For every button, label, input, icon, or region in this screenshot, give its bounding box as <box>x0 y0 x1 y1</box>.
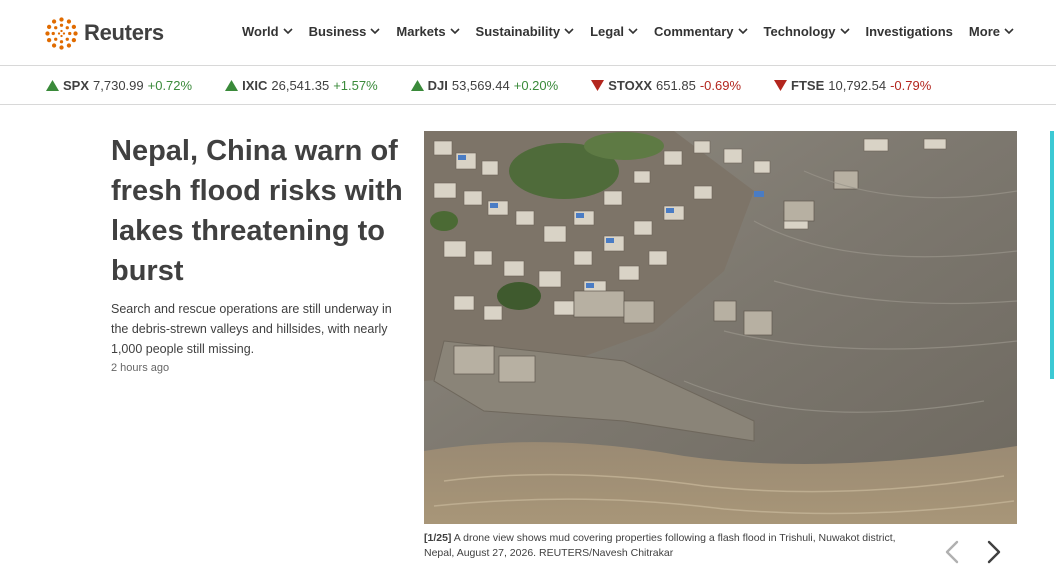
nav-item-commentary[interactable]: Commentary <box>654 24 748 39</box>
photo-caption: [1/25] A drone view shows mud covering p… <box>424 531 914 561</box>
story-summary: Search and rescue operations are still u… <box>111 302 392 356</box>
chevron-right-icon <box>987 540 1001 564</box>
chevron-down-icon <box>1004 28 1014 35</box>
ticker-symbol: IXIC <box>242 77 268 93</box>
ticker-item-stoxx[interactable]: STOXX 651.85 -0.69% <box>591 78 741 93</box>
nav-item-label: More <box>968 24 1000 39</box>
triangle-down-icon <box>774 79 788 91</box>
gallery-prev-button[interactable] <box>940 537 964 567</box>
main-nav: World Business Markets Sustainability Legal C… <box>242 24 1030 39</box>
triangle-up-icon <box>225 79 239 91</box>
story-headline[interactable]: Nepal, China warn of fresh flood risks w… <box>111 131 411 291</box>
nav-item-label: Investigations <box>865 24 953 39</box>
nav-item-sustainability[interactable]: Sustainability <box>476 24 575 39</box>
nav-item-label: Technology <box>763 24 836 39</box>
reuters-dots-logo-icon <box>45 16 78 50</box>
ticker-value: 7,730.99 <box>93 77 144 93</box>
chevron-down-icon <box>449 28 460 35</box>
nav-item-legal[interactable]: Legal <box>590 24 638 39</box>
ticker-item-dji[interactable]: DJI 53,569.44 +0.20% <box>410 77 559 93</box>
chevron-down-icon <box>737 28 748 35</box>
market-ticker: SPX 7,730.99 +0.72% IXIC 26,541.35 +1.57% DJI 5… <box>0 66 1056 105</box>
reuters-logo[interactable]: Reuters <box>45 16 164 50</box>
nav-item-label: Legal <box>590 24 625 39</box>
ticker-change: +0.72% <box>147 77 193 93</box>
nav-item-world[interactable]: World <box>242 24 293 39</box>
brand-name: Reuters <box>84 20 164 45</box>
triangle-up-icon <box>410 79 424 91</box>
ticker-value: 651.85 <box>656 77 696 93</box>
ticker-value: 10,792.54 <box>828 77 887 93</box>
ticker-item-ixic[interactable]: IXIC 26,541.35 +1.57% <box>225 78 378 93</box>
triangle-up-icon <box>46 79 59 91</box>
nav-item-markets[interactable]: Markets <box>396 24 460 39</box>
gallery-next-button[interactable] <box>982 537 1006 567</box>
ticker-value: 53,569.44 <box>451 77 510 93</box>
nav-item-label: Commentary <box>654 24 734 39</box>
nav-item-investigations[interactable]: Investigations <box>866 24 953 39</box>
chevron-down-icon <box>839 28 850 35</box>
site-header: Reuters World Business Markets Sustainabili… <box>0 0 1056 66</box>
chevron-down-icon <box>283 28 293 35</box>
chevron-down-icon <box>564 28 574 35</box>
chevron-down-icon <box>370 28 380 35</box>
ticker-symbol: DJI <box>427 77 448 93</box>
nav-item-label: World <box>242 24 279 39</box>
ticker-change: -0.69% <box>699 77 742 93</box>
ticker-item-spx[interactable]: SPX 7,730.99 +0.72% <box>46 78 192 93</box>
nav-item-business[interactable]: Business <box>309 24 381 39</box>
story-photo[interactable] <box>424 131 1017 524</box>
story-timestamp: 2 hours ago <box>111 362 170 374</box>
ticker-symbol: SPX <box>63 77 90 93</box>
photo-counter: [1/25] <box>424 532 452 544</box>
triangle-down-icon <box>591 79 605 91</box>
scroll-indicator[interactable] <box>1050 131 1054 379</box>
nav-item-technology[interactable]: Technology <box>764 24 850 39</box>
nav-item-label: Sustainability <box>475 24 561 39</box>
ticker-value: 26,541.35 <box>271 77 330 93</box>
nav-item-label: Business <box>308 24 367 39</box>
chevron-left-icon <box>945 540 959 564</box>
ticker-item-ftse[interactable]: FTSE 10,792.54 -0.79% <box>774 78 931 93</box>
ticker-change: +1.57% <box>333 77 378 93</box>
ticker-symbol: STOXX <box>608 77 653 93</box>
nav-item-label: Markets <box>396 24 446 39</box>
photo-caption-text: A drone view shows mud covering properti… <box>424 532 896 559</box>
flood-drone-photo <box>424 131 1017 524</box>
ticker-change: +0.20% <box>513 77 559 93</box>
ticker-change: -0.79% <box>890 77 932 93</box>
ticker-symbol: FTSE <box>791 77 825 93</box>
nav-item-more[interactable]: More <box>969 24 1014 39</box>
chevron-down-icon <box>628 28 638 35</box>
